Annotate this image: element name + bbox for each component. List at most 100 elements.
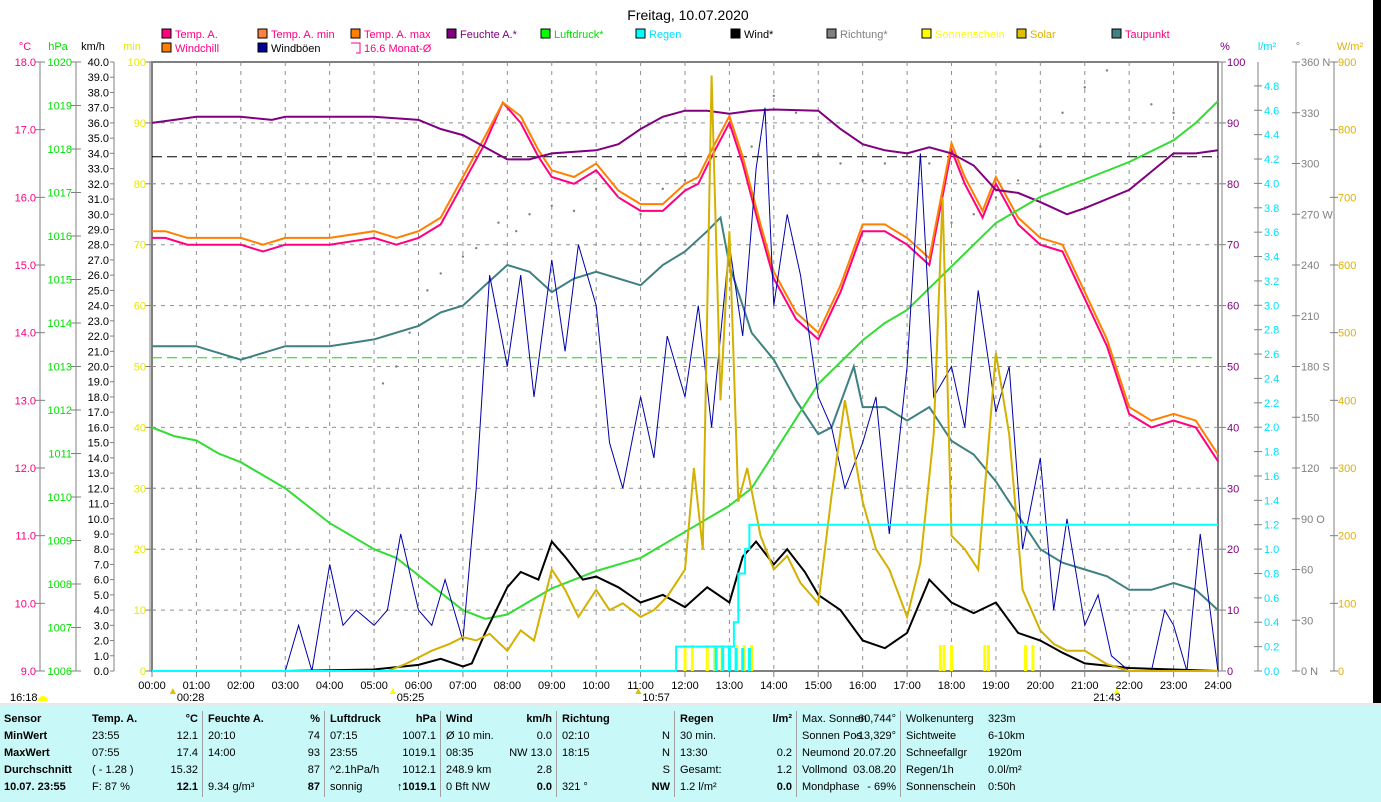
axis-tick-label: 30	[1227, 483, 1239, 495]
sensor-header: Sensor	[4, 713, 42, 725]
axis-tick-label: 3.2	[1264, 276, 1279, 288]
pressure-column: Luftdruck hPa 07:15 1007.1 23:55 1019.1 ^2.1hP…	[326, 711, 441, 797]
axis-tick-label: 33.0	[88, 164, 109, 176]
direction-column: Richtung 02:10 N 18:15 N S 321 ° NW	[558, 711, 675, 797]
axis-tick-label: 34.0	[88, 148, 109, 160]
axis-tick-label: 11.0	[15, 531, 36, 543]
pressure-cell-value: 1007.1	[402, 730, 436, 742]
wind-cell-value: 2.8	[536, 764, 552, 776]
direction-point	[550, 204, 553, 207]
wind-cell-value: 0.0	[536, 781, 552, 793]
misc-label: Schneefallgr	[906, 747, 968, 759]
direction-point	[772, 94, 776, 98]
legend-swatch-icon	[350, 28, 361, 39]
direction-cell-value: N	[662, 747, 670, 759]
weather-chart: Freitag, 10.07.2020 Temp. A. Temp. A. min…	[10, 7, 1363, 703]
legend-label: Richtung*	[840, 29, 888, 41]
axis-tick-label: 0.2	[1264, 642, 1279, 654]
axis-tick-label: 3.0	[94, 620, 109, 632]
misc-value: 6-10km	[988, 730, 1025, 742]
axis-tick-label: 150	[1301, 412, 1319, 424]
axis-unit-pressure: hPa	[48, 41, 68, 53]
sun-label: Sonnen Pos	[802, 730, 862, 742]
axis-tick-label: 1007	[48, 623, 72, 635]
misc-value: 0:50h	[988, 781, 1016, 793]
x-tick-label: 15:00	[804, 680, 832, 692]
rain-cell-label: Gesamt:	[680, 764, 722, 776]
legend: Temp. A. Temp. A. min Temp. A. max Feuchte …	[161, 28, 1170, 55]
axis-tick-label: 900	[1338, 57, 1356, 69]
x-tick-label: 11:00	[627, 680, 654, 692]
x-tick-label: 12:00	[671, 680, 699, 692]
axis-tick-label: 90 O	[1301, 514, 1325, 526]
axis-unit-wind: km/h	[81, 41, 105, 53]
misc-label: Sonnenschein	[906, 781, 976, 793]
axis-tick-label: 37.0	[88, 103, 109, 115]
axis-tick-label: 2.4	[1264, 373, 1279, 385]
humidity-header: Feuchte A.	[208, 713, 264, 725]
axis-tick-label: 11.0	[88, 499, 109, 511]
axis-tick-label: 210	[1301, 311, 1319, 323]
axis-tick-label: 0.0	[94, 666, 109, 678]
wind-column: Wind km/h Ø 10 min. 0.0 08:35 NW 13.0 248.9 km…	[442, 711, 557, 797]
axis-tick-label: 120	[1301, 463, 1319, 475]
axis-tick-label: 20	[1227, 544, 1239, 556]
axis-tick-label: 10	[1227, 605, 1239, 617]
legend-swatch-icon	[351, 42, 361, 54]
axis-tick-label: 90	[134, 118, 146, 130]
x-tick-label: 10:00	[582, 680, 610, 692]
misc-value: 0.0l/m²	[988, 764, 1022, 776]
direction-point	[950, 221, 953, 224]
axis-tick-label: 10	[134, 605, 146, 617]
axis-tick-label: 70	[134, 240, 146, 252]
direction-cell-value: S	[662, 764, 670, 776]
axis-tick-label: 25.0	[88, 285, 109, 297]
legend-label: Windchill	[175, 43, 219, 55]
direction-point	[1150, 103, 1153, 106]
axis-tick-label: 330	[1301, 108, 1319, 120]
temp-header: Temp. A.	[92, 713, 138, 725]
wind-cell-time: 08:35	[446, 747, 474, 759]
direction-point	[1172, 111, 1175, 114]
axis-tick-label: 4.8	[1264, 81, 1279, 93]
x-tick-label: 21:00	[1071, 680, 1099, 692]
sun-label: Mondphase	[802, 781, 860, 793]
axes: 00:00 01:00 02:00 03:00 04:00 05:00 06:00 07:00…	[10, 41, 1363, 703]
pressure-cell-time: ^2.1hPa/h	[330, 764, 380, 776]
axis-tick-label: 8.0	[94, 544, 109, 556]
rain-cell-value: 0.2	[776, 747, 792, 759]
direction-point	[1016, 179, 1020, 182]
axis-tick-label: 1012	[48, 405, 72, 417]
row-label-current: 10.07. 23:55	[4, 781, 66, 793]
direction-cell-time: 18:15	[562, 747, 590, 759]
legend-swatch-icon	[826, 28, 837, 39]
axis-tick-label: 60	[134, 301, 146, 313]
rain-header: Regen	[680, 713, 714, 725]
rain-cell-value: 1.2	[776, 764, 792, 776]
axis-tick-label: 1017	[48, 188, 72, 200]
axis-tick-label: 0 N	[1301, 666, 1318, 678]
direction-point	[1105, 69, 1109, 72]
wind-unit: km/h	[526, 713, 552, 725]
window-edge	[1373, 0, 1381, 703]
axis-tick-label: 800	[1338, 125, 1356, 137]
pressure-cell-time: 07:15	[330, 730, 358, 742]
direction-point	[572, 209, 576, 213]
axis-tick-label: 10.0	[15, 598, 36, 610]
legend-swatch-icon	[730, 28, 741, 39]
axis-tick-label: 1016	[48, 231, 72, 243]
axis-tick-label: 600	[1338, 260, 1356, 272]
misc-value: 1920m	[988, 747, 1022, 759]
axis-tick-label: 16.0	[15, 192, 36, 204]
direction-point	[994, 196, 998, 199]
axis-tick-label: 1010	[48, 492, 72, 504]
axis-tick-label: 100	[1338, 598, 1356, 610]
axis-tick-label: 17.0	[15, 125, 36, 137]
x-tick-label: 14:00	[760, 680, 788, 692]
pressure-cell-value: 1012.1	[402, 764, 436, 776]
temp-cell-value: 17.4	[176, 747, 198, 759]
legend-swatch-icon	[257, 42, 268, 53]
direction-point	[817, 153, 820, 157]
legend-label: Taupunkt	[1125, 29, 1170, 41]
axis-tick-label: 4.0	[94, 605, 109, 617]
